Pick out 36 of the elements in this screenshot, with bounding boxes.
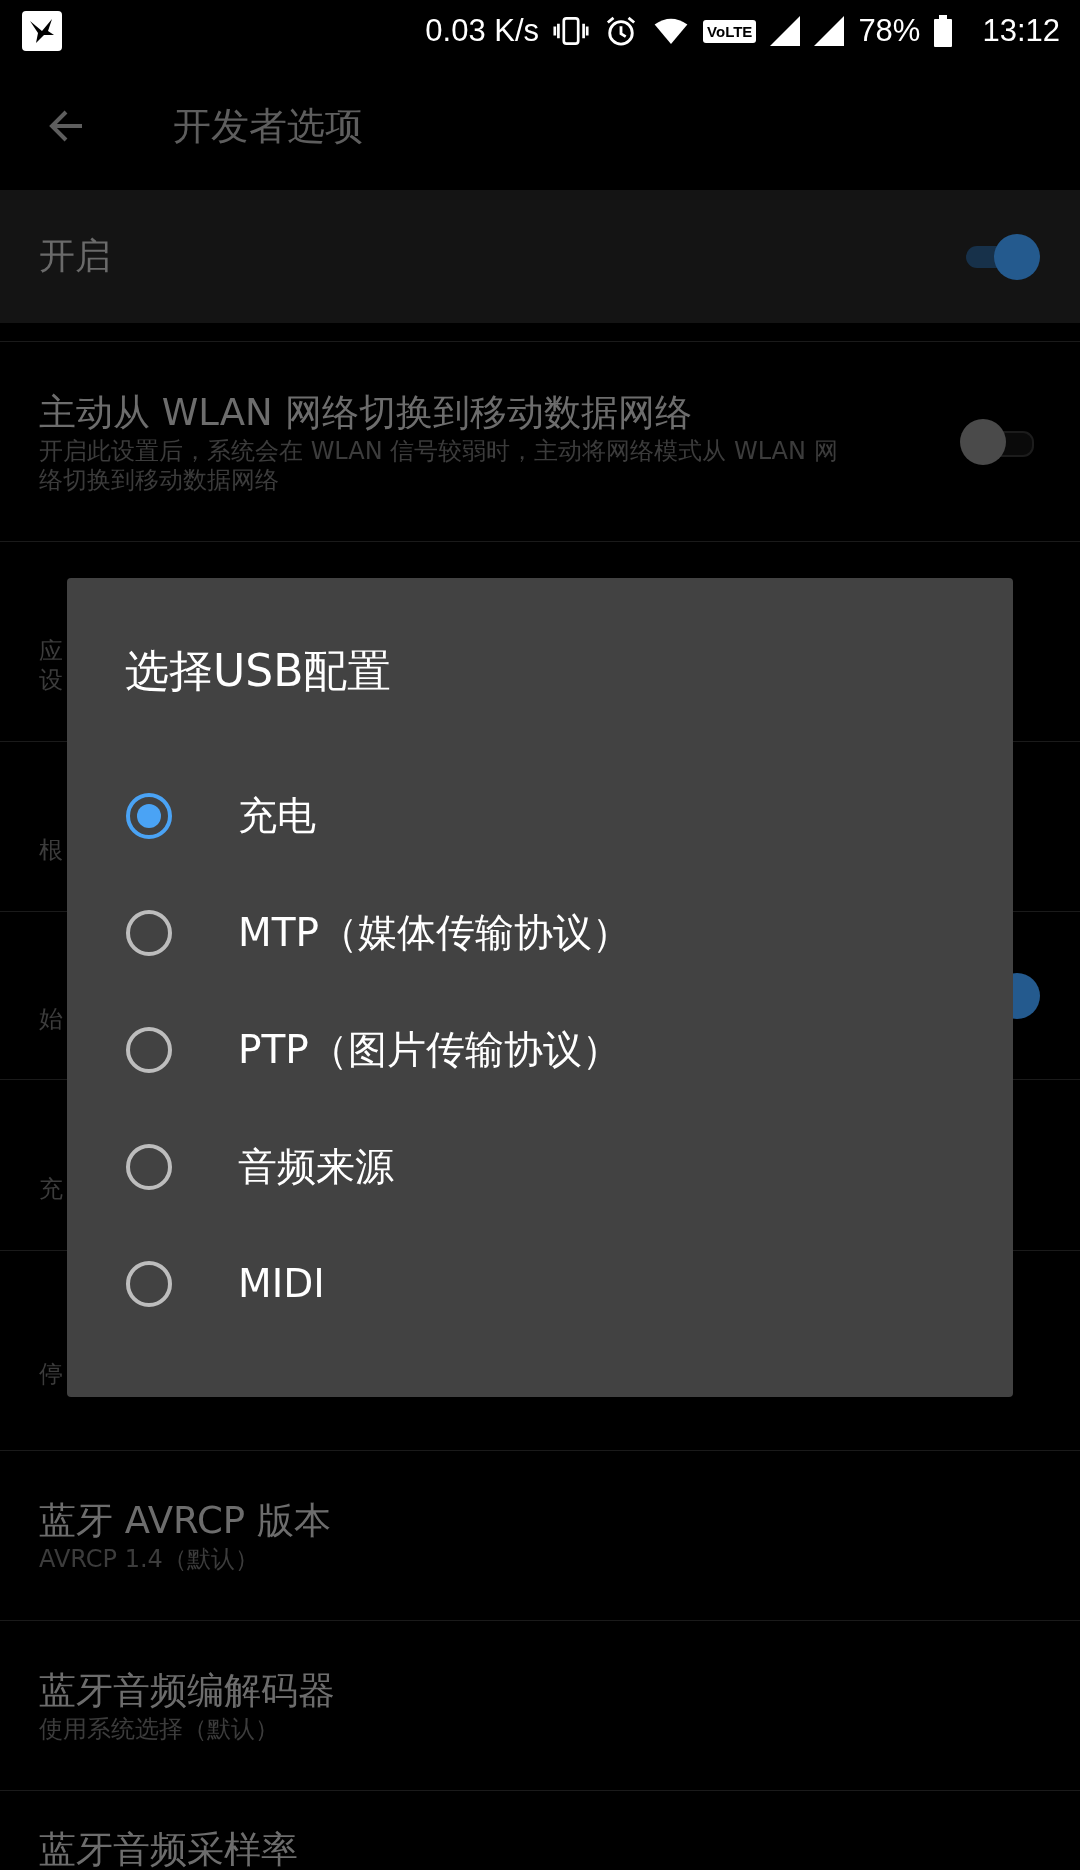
- setting-title: 蓝牙音频采样率: [39, 1827, 298, 1870]
- radio-button[interactable]: [125, 1025, 173, 1074]
- battery-icon: [934, 15, 953, 47]
- setting-description: 始: [39, 1005, 63, 1034]
- setting-description: 使用系统选择（默认）: [39, 1715, 279, 1744]
- option-label[interactable]: MTP（媒体传输协议）: [238, 905, 631, 960]
- radio-button[interactable]: [125, 791, 173, 840]
- volte-badge: VoLTE: [703, 19, 757, 43]
- dialog-title: 选择USB配置: [125, 644, 392, 698]
- page-title: 开发者选项: [173, 102, 363, 150]
- setting-title: 蓝牙音频编解码器: [39, 1668, 335, 1715]
- vibrate-icon: [553, 15, 590, 47]
- app-bird-icon: [22, 11, 62, 51]
- setting-description: 设: [39, 665, 63, 695]
- network-speed: 0.03 K/s: [425, 13, 540, 49]
- radio-button[interactable]: [125, 1259, 173, 1308]
- signal-icon: [770, 16, 801, 46]
- option-label[interactable]: MIDI: [238, 1261, 325, 1306]
- clock: 13:12: [982, 13, 1060, 49]
- master-label: 开启: [39, 234, 111, 278]
- radio-button[interactable]: [125, 1142, 173, 1191]
- setting-description: 根: [39, 836, 63, 865]
- setting-title: 蓝牙 AVRCP 版本: [39, 1498, 331, 1545]
- setting-description: AVRCP 1.4（默认）: [39, 1545, 259, 1574]
- setting-description: 络切换到移动数据网络: [39, 465, 279, 495]
- option-label[interactable]: 充电: [238, 788, 316, 843]
- setting-description: 开启此设置后，系统会在 WLAN 信号较弱时，主动将网络模式从 WLAN 网: [39, 436, 838, 466]
- setting-description: 应: [39, 636, 63, 666]
- setting-title: 主动从 WLAN 网络切换到移动数据网络: [39, 389, 692, 436]
- battery-percent: 78%: [858, 13, 921, 49]
- radio-button[interactable]: [125, 908, 173, 957]
- option-label[interactable]: 音频来源: [238, 1139, 394, 1194]
- setting-description: 充: [39, 1174, 63, 1204]
- setting-description: 停: [39, 1360, 63, 1389]
- signal-icon: [814, 16, 845, 46]
- option-label[interactable]: PTP（图片传输协议）: [238, 1022, 621, 1077]
